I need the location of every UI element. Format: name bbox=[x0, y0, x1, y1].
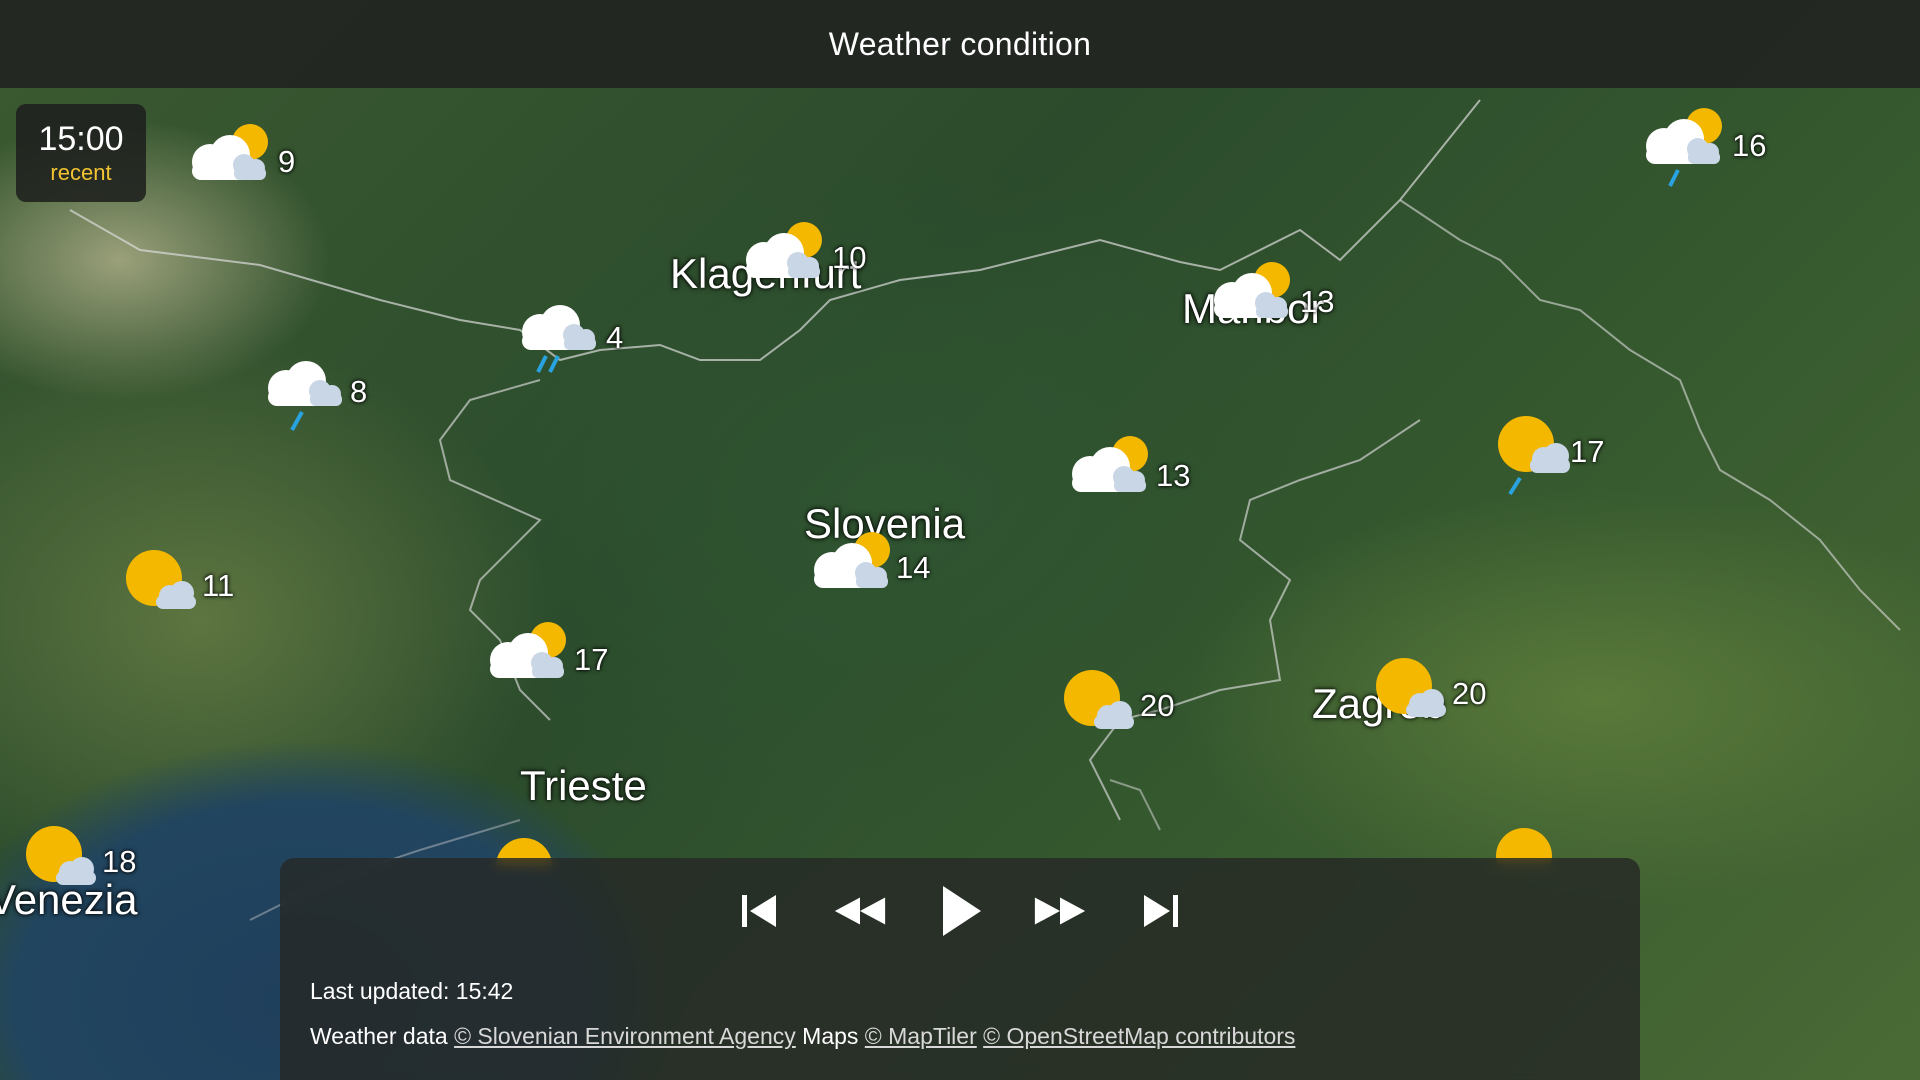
time-value: 15:00 bbox=[38, 120, 124, 158]
fast-forward-icon bbox=[1034, 897, 1086, 925]
partly-cloudy-icon bbox=[192, 124, 268, 180]
weather-station[interactable]: 17 bbox=[480, 618, 620, 708]
slovenian-environment-agency-link[interactable]: © Slovenian Environment Agency bbox=[454, 1023, 796, 1049]
time-indicator: 15:00 recent bbox=[16, 104, 146, 202]
playback-panel: Last updated: 15:42 Weather data © Slove… bbox=[280, 858, 1640, 1080]
skip-to-start-icon bbox=[742, 895, 776, 927]
temperature-label: 20 bbox=[1452, 676, 1487, 711]
temperature-label: 13 bbox=[1300, 284, 1335, 319]
city-label-trieste: Trieste bbox=[520, 762, 647, 809]
partly-cloudy-icon bbox=[1072, 436, 1148, 492]
play-icon bbox=[943, 886, 981, 936]
maptiler-link[interactable]: © MapTiler bbox=[865, 1023, 977, 1049]
weather-station[interactable]: 17 bbox=[1492, 414, 1632, 504]
partly-cloudy-icon bbox=[746, 222, 822, 278]
cloudy-rain-icon bbox=[522, 305, 596, 373]
attribution-line: Weather data © Slovenian Environment Age… bbox=[310, 1023, 1295, 1050]
temperature-label: 16 bbox=[1732, 128, 1767, 163]
weather-station[interactable]: 9 bbox=[182, 120, 322, 210]
temperature-label: 11 bbox=[202, 568, 235, 603]
temperature-label: 17 bbox=[1570, 434, 1605, 469]
time-status: recent bbox=[50, 160, 112, 185]
partly-cloudy-icon bbox=[1214, 262, 1290, 318]
temperature-label: 4 bbox=[606, 320, 624, 355]
openstreetmap-link[interactable]: © OpenStreetMap contributors bbox=[983, 1023, 1295, 1049]
temperature-label: 13 bbox=[1156, 458, 1191, 493]
partly-cloudy-icon bbox=[490, 622, 566, 678]
temperature-label: 10 bbox=[832, 240, 867, 275]
weather-station[interactable]: 13 bbox=[1204, 258, 1344, 348]
app-header: Weather condition bbox=[0, 0, 1920, 88]
weather-station[interactable]: 16 bbox=[1636, 104, 1776, 194]
partly-cloudy-light-rain-icon bbox=[1646, 108, 1722, 187]
page-title: Weather condition bbox=[828, 25, 1092, 62]
temperature-label: 8 bbox=[350, 374, 368, 409]
temperature-label: 18 bbox=[102, 844, 137, 879]
temperature-label: 20 bbox=[1140, 688, 1175, 723]
partly-cloudy-icon bbox=[814, 532, 890, 588]
skip-to-start-button[interactable] bbox=[731, 882, 789, 940]
fast-forward-button[interactable] bbox=[1031, 882, 1089, 940]
weather-station[interactable]: 11 bbox=[124, 548, 264, 638]
rewind-icon bbox=[834, 897, 886, 925]
temperature-label: 17 bbox=[574, 642, 609, 677]
playback-controls bbox=[280, 878, 1640, 944]
weather-station[interactable]: 8 bbox=[258, 356, 398, 446]
play-button[interactable] bbox=[931, 882, 989, 940]
weather-station[interactable]: 14 bbox=[804, 528, 944, 618]
weather-station[interactable]: 13 bbox=[1062, 432, 1202, 522]
weather-station[interactable]: 10 bbox=[736, 218, 876, 308]
skip-to-end-icon bbox=[1144, 895, 1178, 927]
temperature-label: 14 bbox=[896, 550, 931, 585]
weather-station[interactable]: 4 bbox=[512, 300, 652, 390]
last-updated-text: Last updated: 15:42 bbox=[310, 978, 514, 1004]
weather-station[interactable]: 20 bbox=[1374, 656, 1514, 746]
weather-station[interactable]: 18 bbox=[24, 824, 164, 914]
weather-station[interactable]: 20 bbox=[1062, 668, 1202, 758]
cloudy-light-rain-icon bbox=[268, 361, 342, 431]
skip-to-end-button[interactable] bbox=[1131, 882, 1189, 940]
rewind-button[interactable] bbox=[831, 882, 889, 940]
weather-data-label: Weather data bbox=[310, 1023, 448, 1049]
maps-label: Maps bbox=[802, 1023, 859, 1049]
temperature-label: 9 bbox=[278, 144, 296, 179]
